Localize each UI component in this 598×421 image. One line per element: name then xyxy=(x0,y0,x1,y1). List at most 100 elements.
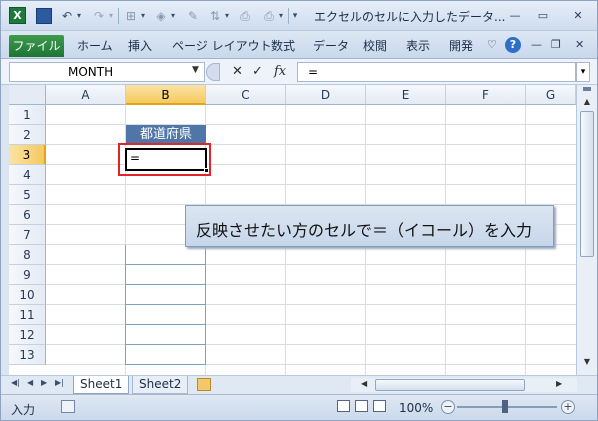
page-layout-view-icon[interactable] xyxy=(355,400,368,412)
format-painter-icon[interactable]: ✎ xyxy=(185,8,201,24)
sort-dropdown-icon[interactable]: ▾ xyxy=(223,8,231,24)
sort-icon[interactable]: ⇅ xyxy=(207,8,223,24)
insert-function-icon[interactable]: fx xyxy=(274,64,286,79)
zoom-out-icon[interactable]: − xyxy=(441,400,455,414)
horizontal-scroll-thumb[interactable] xyxy=(375,379,525,391)
borders-icon[interactable]: ⊞ xyxy=(123,8,139,24)
column-header-c[interactable]: C xyxy=(206,85,286,105)
row-header[interactable]: 2 xyxy=(9,125,46,145)
row-header[interactable]: 4 xyxy=(9,165,46,185)
save-icon[interactable] xyxy=(36,8,52,24)
column-header-g[interactable]: G xyxy=(526,85,576,105)
split-handle[interactable] xyxy=(583,87,591,91)
close-icon[interactable]: ✕ xyxy=(567,9,589,23)
scroll-left-icon[interactable]: ◀ xyxy=(361,379,367,388)
borders-dropdown-icon[interactable]: ▾ xyxy=(139,8,147,24)
cancel-icon[interactable]: ✕ xyxy=(232,64,243,79)
enter-icon[interactable]: ✓ xyxy=(252,64,263,79)
undo-icon[interactable]: ↶ xyxy=(59,8,75,24)
redo-dropdown-icon[interactable]: ▾ xyxy=(107,8,115,24)
workbook-restore-icon[interactable]: ❐ xyxy=(551,38,561,51)
zoom-slider-thumb[interactable] xyxy=(502,400,508,413)
zoom-in-icon[interactable]: + xyxy=(561,400,575,414)
vertical-scrollbar[interactable]: ▲ ▼ xyxy=(576,85,597,375)
active-cell-b3[interactable]: = xyxy=(125,148,209,173)
insert-sheet-icon[interactable] xyxy=(197,378,211,391)
formula-text: = xyxy=(308,65,319,79)
tab-data[interactable]: データ xyxy=(313,37,349,54)
last-sheet-icon[interactable]: ▶| xyxy=(55,378,64,387)
first-sheet-icon[interactable]: ◀| xyxy=(11,378,20,387)
tab-developer[interactable]: 開発 xyxy=(449,37,473,54)
vertical-scroll-thumb[interactable] xyxy=(580,111,594,257)
horizontal-scrollbar[interactable]: ◀ ▶ xyxy=(351,378,577,392)
row-header[interactable]: 1 xyxy=(9,105,46,125)
row-header[interactable]: 9 xyxy=(9,265,46,285)
select-all-button[interactable] xyxy=(9,85,46,105)
fill-dropdown-icon[interactable]: ▾ xyxy=(169,8,177,24)
redo-icon[interactable]: ↷ xyxy=(91,8,107,24)
instruction-callout: 反映させたい方のセルで＝（イコール）を入力 xyxy=(185,205,554,247)
excel-icon[interactable]: X xyxy=(9,7,26,24)
row-header[interactable]: 3 xyxy=(9,145,46,165)
cell-b2-header[interactable]: 都道府県 xyxy=(126,125,206,145)
row-header[interactable]: 6 xyxy=(9,205,46,225)
row-header[interactable]: 13 xyxy=(9,345,46,365)
tab-view[interactable]: 表示 xyxy=(406,37,430,54)
row-header[interactable]: 7 xyxy=(9,225,46,245)
next-sheet-icon[interactable]: ▶ xyxy=(41,378,47,387)
undo-dropdown-icon[interactable]: ▾ xyxy=(75,8,83,24)
table-border xyxy=(126,304,206,305)
active-cell-value: = xyxy=(130,151,141,165)
table-border xyxy=(126,364,206,365)
print-dropdown-icon[interactable]: ▾ xyxy=(277,8,285,24)
row-header[interactable]: 11 xyxy=(9,305,46,325)
fill-color-icon[interactable]: ◈ xyxy=(153,8,169,24)
tab-formulas[interactable]: 数式 xyxy=(271,37,295,54)
callout-text: 反映させたい方のセルで＝（イコール）を入力 xyxy=(196,221,533,240)
tab-home[interactable]: ホーム xyxy=(77,37,113,54)
column-header-e[interactable]: E xyxy=(366,85,446,105)
formula-bar-grip[interactable] xyxy=(206,63,220,81)
scroll-right-icon[interactable]: ▶ xyxy=(556,379,562,388)
name-box[interactable]: MONTH ▼ xyxy=(9,62,205,82)
column-header-b[interactable]: B xyxy=(126,85,206,105)
column-header-f[interactable]: F xyxy=(446,85,526,105)
tab-review[interactable]: 校閲 xyxy=(363,37,387,54)
ribbon-collapse-icon[interactable]: ♡ xyxy=(487,38,497,51)
row-header[interactable]: 12 xyxy=(9,325,46,345)
formula-input[interactable]: = xyxy=(297,62,576,82)
column-header-d[interactable]: D xyxy=(286,85,366,105)
prev-sheet-icon[interactable]: ◀ xyxy=(27,378,33,387)
minimize-icon[interactable]: — xyxy=(504,9,526,23)
scroll-up-icon[interactable]: ▲ xyxy=(580,95,594,109)
print-preview-icon[interactable]: ⎙ xyxy=(237,8,253,24)
column-header-a[interactable]: A xyxy=(46,85,126,105)
row-header[interactable]: 8 xyxy=(9,245,46,265)
expand-formula-bar-icon[interactable]: ▾ xyxy=(576,62,590,82)
print-icon[interactable]: ⎙ xyxy=(261,8,277,24)
customize-qat-icon[interactable]: ▾ xyxy=(290,8,300,24)
page-break-view-icon[interactable] xyxy=(373,400,386,412)
worksheet-grid[interactable]: A B C D E F G 1 2 3 4 5 6 7 8 9 10 11 12… xyxy=(1,85,576,375)
tab-file[interactable]: ファイル xyxy=(9,35,64,57)
normal-view-icon[interactable] xyxy=(337,400,350,412)
help-icon[interactable]: ? xyxy=(505,37,521,53)
sheet-tab-sheet1[interactable]: Sheet1 xyxy=(73,376,130,394)
zoom-level[interactable]: 100% xyxy=(399,401,433,415)
macro-record-icon[interactable] xyxy=(61,400,75,413)
fill-handle[interactable] xyxy=(204,168,209,173)
table-border xyxy=(126,344,206,345)
tab-insert[interactable]: 挿入 xyxy=(128,37,152,54)
workbook-minimize-icon[interactable]: — xyxy=(531,38,542,51)
tab-page-layout[interactable]: ページ レイアウト xyxy=(172,37,272,54)
sheet-tab-sheet2[interactable]: Sheet2 xyxy=(132,376,189,394)
scroll-down-icon[interactable]: ▼ xyxy=(580,355,594,369)
excel-window: X ↶ ▾ ↷ ▾ ⊞ ▾ ◈ ▾ ✎ ⇅ ▾ ⎙ ⎙ ▾ ▾ エクセルのセルに… xyxy=(0,0,598,421)
qat-separator xyxy=(118,8,119,24)
row-header[interactable]: 5 xyxy=(9,185,46,205)
name-box-dropdown-icon[interactable]: ▼ xyxy=(192,65,199,75)
workbook-close-icon[interactable]: ✕ xyxy=(575,38,584,51)
row-header[interactable]: 10 xyxy=(9,285,46,305)
restore-icon[interactable]: ▭ xyxy=(532,9,554,23)
